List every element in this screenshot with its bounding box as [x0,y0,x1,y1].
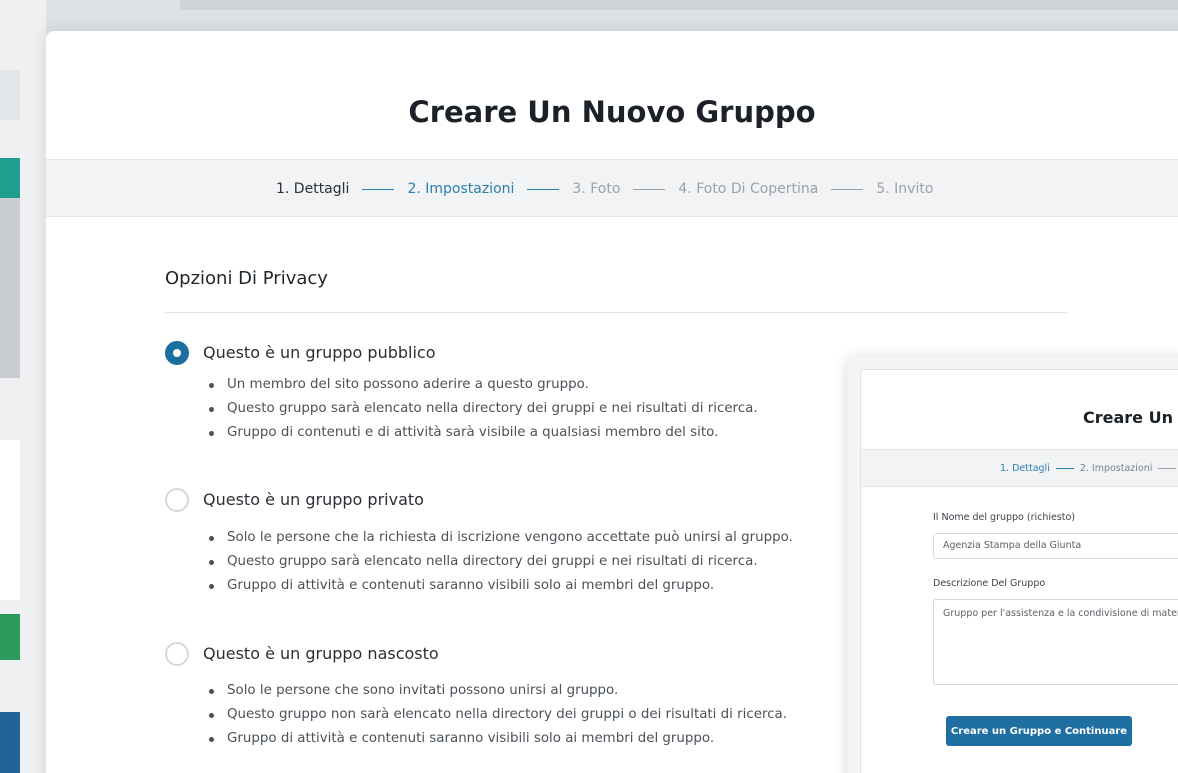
group-name-input[interactable]: Agenzia Stampa della Giunta [933,533,1178,559]
radio-public[interactable] [165,341,189,365]
divider [165,312,1067,313]
radio-hidden[interactable] [165,642,189,666]
private-bullets: Solo le persone che la richiesta di iscr… [207,526,793,598]
step-separator [362,188,395,190]
step-details[interactable]: 1. Dettagli [276,181,349,197]
background-left-strip [0,0,46,773]
preview-step-details[interactable]: 1. Dettagli [1000,463,1050,474]
bullet-item: Questo gruppo non sarà elencato nella di… [207,703,787,727]
details-step-preview: Creare Un 1. Dettagli 2. Impostazioni Il… [847,356,1178,773]
bullet-item: Gruppo di attività e contenuti saranno v… [207,574,793,598]
group-description-label: Descrizione Del Gruppo [933,578,1046,589]
option-label[interactable]: Questo è un gruppo privato [203,490,424,509]
bullet-item: Solo le persone che sono invitati posson… [207,679,787,703]
group-name-label: Il Nome del gruppo (richiesto) [933,512,1076,523]
background-top-strip [180,0,1178,10]
step-separator [1158,467,1177,469]
step-separator [1055,467,1074,469]
page-title: Creare Un Nuovo Gruppo [408,95,816,129]
preview-card: Creare Un 1. Dettagli 2. Impostazioni Il… [860,369,1178,773]
bullet-item: Gruppo di contenuti e di attività sarà v… [207,421,758,445]
preview-title: Creare Un [1083,408,1173,427]
bg-segment [0,70,20,120]
group-description-textarea[interactable]: Gruppo per l'assistenza e la condivision… [933,599,1178,685]
bg-segment [0,440,20,600]
bg-image-fragment [0,198,20,378]
steps-bar: 1. Dettagli 2. Impostazioni 3. Foto 4. F… [46,159,1178,217]
create-group-continue-button[interactable]: Creare un Gruppo e Continuare [946,716,1132,746]
step-photo[interactable]: 3. Foto [572,181,620,197]
preview-step-settings[interactable]: 2. Impostazioni [1080,463,1153,474]
public-bullets: Un membro del sito possono aderire a que… [207,373,758,445]
bullet-item: Questo gruppo sarà elencato nella direct… [207,397,758,421]
option-label[interactable]: Questo è un gruppo nascosto [203,644,439,663]
step-invite[interactable]: 5. Invito [876,181,933,197]
bullet-item: Un membro del sito possono aderire a que… [207,373,758,397]
step-settings[interactable]: 2. Impostazioni [407,181,514,197]
steps-list: 1. Dettagli 2. Impostazioni 3. Foto 4. F… [276,160,933,218]
bg-segment [0,614,20,660]
bullet-item: Gruppo di attività e contenuti saranno v… [207,727,787,751]
radio-private[interactable] [165,488,189,512]
bullet-item: Questo gruppo sarà elencato nella direct… [207,550,793,574]
hidden-bullets: Solo le persone che sono invitati posson… [207,679,787,751]
privacy-options-heading: Opzioni Di Privacy [165,268,328,289]
preview-steps-bar: 1. Dettagli 2. Impostazioni [861,449,1178,487]
step-cover-photo[interactable]: 4. Foto Di Copertina [678,181,818,197]
step-separator [633,188,666,190]
step-separator [831,188,864,190]
option-label[interactable]: Questo è un gruppo pubblico [203,343,436,362]
bullet-item: Solo le persone che la richiesta di iscr… [207,526,793,550]
bg-segment [0,712,20,773]
step-separator [527,188,560,190]
bg-segment [0,158,20,198]
